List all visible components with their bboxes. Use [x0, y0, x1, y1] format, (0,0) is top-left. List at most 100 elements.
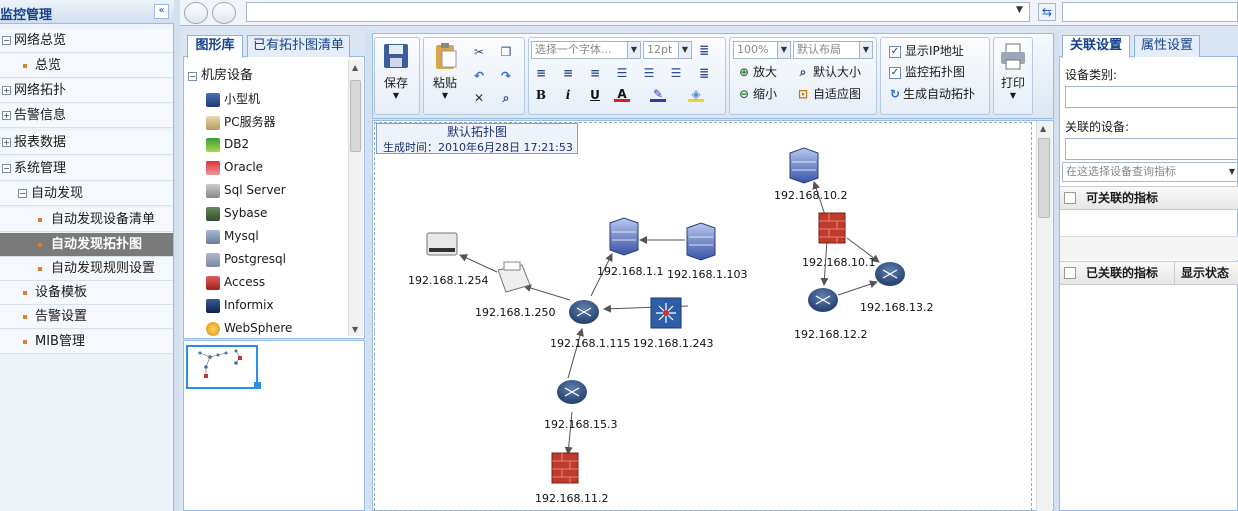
scroll-up-icon[interactable]: ▲ — [1040, 124, 1046, 133]
redo-icon[interactable]: ↷ — [498, 69, 514, 83]
nav-item-device-template[interactable]: 设备模板 — [0, 281, 173, 305]
copy-icon[interactable]: ❐ — [498, 45, 514, 59]
canvas-scroll-thumb[interactable] — [1038, 138, 1050, 218]
expand-icon[interactable]: + — [2, 86, 11, 95]
preview-viewport[interactable] — [186, 345, 258, 389]
back-button[interactable] — [184, 2, 208, 24]
undo-icon[interactable]: ↶ — [471, 69, 487, 83]
nav-item-report-data[interactable]: + 报表数据 — [0, 131, 173, 155]
expand-icon[interactable]: + — [2, 138, 11, 147]
collapse-nav-button[interactable]: « — [154, 4, 169, 19]
default-size-button[interactable]: 默认大小 — [813, 63, 861, 81]
lib-item-postgresql[interactable]: Postgresql — [206, 249, 286, 269]
lib-item-minicomputer[interactable]: 小型机 — [206, 89, 260, 109]
lib-item-sqlserver[interactable]: Sql Server — [206, 180, 286, 200]
forward-button[interactable] — [212, 2, 236, 24]
library-group[interactable]: − 机房设备 — [188, 64, 253, 83]
align-left-icon[interactable]: ≡ — [533, 66, 549, 80]
align-middle-icon[interactable]: ☰ — [641, 66, 657, 80]
lib-item-mysql[interactable]: Mysql — [206, 226, 259, 246]
dropdown-arrow-icon[interactable]: ▼ — [627, 42, 640, 58]
zoom-in-button[interactable]: 放大 — [753, 63, 777, 81]
dropdown-arrow-icon[interactable]: ▼ — [678, 42, 691, 58]
lib-item-pc-server[interactable]: PC服务器 — [206, 112, 276, 132]
dropdown-arrow-icon[interactable]: ▼ — [1229, 163, 1235, 181]
select-all-checkbox[interactable] — [1064, 192, 1076, 204]
expand-icon[interactable]: − — [2, 164, 11, 173]
node-label[interactable]: 192.168.10.2 — [774, 189, 847, 202]
nav-item-discovery-topology[interactable]: 自动发现拓扑图 — [0, 233, 173, 257]
tab-shape-library[interactable]: 图形库 — [187, 35, 243, 58]
font-color-icon[interactable]: A — [614, 87, 630, 102]
nav-item-alarm-settings[interactable]: 告警设置 — [0, 305, 173, 329]
center-splitter[interactable] — [366, 30, 371, 511]
select-all-checkbox[interactable] — [1064, 267, 1076, 279]
nav-item-system-management[interactable]: − 系统管理 — [0, 157, 173, 181]
fill-color-icon[interactable]: ◈ — [688, 87, 704, 102]
lib-item-websphere[interactable]: WebSphere — [206, 318, 292, 338]
zoom-in-icon[interactable]: ⊕ — [736, 65, 752, 79]
secondary-input[interactable] — [1062, 2, 1238, 22]
font-size-select[interactable]: 12pt ▼ — [643, 41, 692, 59]
generate-topology-button[interactable]: 生成自动拓扑 — [903, 85, 975, 103]
node-label[interactable]: 192.168.11.2 — [535, 492, 608, 505]
related-device-input[interactable] — [1065, 138, 1238, 160]
preview-resize-handle[interactable] — [254, 382, 261, 389]
tab-association-settings[interactable]: 关联设置 — [1062, 35, 1130, 58]
scroll-up-icon[interactable]: ▲ — [352, 63, 358, 72]
metric-search-select[interactable]: 在这选择设备查询指标 ▼ — [1062, 162, 1238, 182]
align-center-icon[interactable]: ≡ — [560, 66, 576, 80]
node-label[interactable]: 192.168.10.1 — [802, 256, 875, 269]
dropdown-arrow-icon[interactable]: ▼ — [859, 42, 872, 58]
node-label[interactable]: 192.168.1.243 — [633, 337, 713, 350]
nav-item-discovery-rules[interactable]: 自动发现规则设置 — [0, 257, 173, 281]
lib-item-access[interactable]: Access — [206, 272, 265, 292]
scroll-down-icon[interactable]: ▼ — [352, 325, 358, 334]
dropdown-arrow-icon[interactable]: ▼ — [1016, 5, 1023, 15]
generate-icon[interactable]: ↻ — [887, 87, 903, 101]
nav-item-mib-management[interactable]: MIB管理 — [0, 330, 173, 354]
node-label[interactable]: 192.168.1.103 — [667, 268, 747, 281]
zoom-out-icon[interactable]: ⊖ — [736, 87, 752, 101]
nav-item-discovery-device-list[interactable]: 自动发现设备清单 — [0, 208, 173, 232]
refresh-icon[interactable]: ⇆ — [1038, 3, 1056, 21]
nav-item-alarm-info[interactable]: + 告警信息 — [0, 104, 173, 128]
lib-item-sybase[interactable]: Sybase — [206, 203, 267, 223]
expand-icon[interactable]: − — [2, 36, 11, 45]
save-button[interactable]: 保存 ▼ — [376, 41, 416, 100]
align-bottom-icon[interactable]: ☰ — [668, 66, 684, 80]
justify-icon[interactable]: ≣ — [696, 66, 712, 80]
node-label[interactable]: 192.168.12.2 — [794, 328, 867, 341]
device-type-input[interactable] — [1065, 86, 1238, 108]
lib-item-informix[interactable]: Informix — [206, 295, 274, 315]
line-color-icon[interactable]: ✎ — [650, 87, 666, 102]
underline-icon[interactable]: U — [587, 88, 603, 102]
print-button[interactable]: 打印 ▼ — [995, 41, 1031, 100]
tab-existing-topologies[interactable]: 已有拓扑图清单 — [247, 35, 350, 57]
zoom-out-button[interactable]: 缩小 — [753, 85, 777, 103]
expand-icon[interactable]: − — [18, 189, 27, 198]
bold-icon[interactable]: B — [533, 88, 549, 102]
paste-button[interactable]: 粘贴 ▼ — [427, 41, 463, 100]
dropdown-arrow-icon[interactable]: ▼ — [777, 42, 790, 58]
node-label[interactable]: 192.168.15.3 — [544, 418, 617, 431]
align-top-icon[interactable]: ☰ — [614, 66, 630, 80]
italic-icon[interactable]: i — [560, 88, 576, 102]
node-label[interactable]: 192.168.1.250 — [475, 306, 555, 319]
layout-select[interactable]: 默认布局 ▼ — [793, 41, 873, 59]
collapse-icon[interactable]: − — [188, 72, 197, 81]
node-label[interactable]: 192.168.1.254 — [408, 274, 488, 287]
align-right-icon[interactable]: ≡ — [587, 66, 603, 80]
default-size-icon[interactable]: ⌕ — [795, 65, 811, 79]
left-splitter[interactable] — [174, 0, 180, 511]
expand-icon[interactable]: + — [2, 111, 11, 120]
address-combo[interactable] — [246, 2, 1030, 22]
library-scroll-thumb[interactable] — [350, 80, 361, 152]
fit-icon[interactable]: ⊡ — [795, 87, 811, 101]
find-icon[interactable]: ⌕ — [498, 91, 514, 105]
node-label[interactable]: 192.168.1.115 — [550, 337, 630, 350]
node-label[interactable]: 192.168.1.1 — [597, 265, 663, 278]
tab-property-settings[interactable]: 属性设置 — [1134, 35, 1200, 57]
lib-item-db2[interactable]: DB2 — [206, 134, 249, 154]
monitor-topo-checkbox[interactable]: ✓ — [889, 67, 901, 79]
